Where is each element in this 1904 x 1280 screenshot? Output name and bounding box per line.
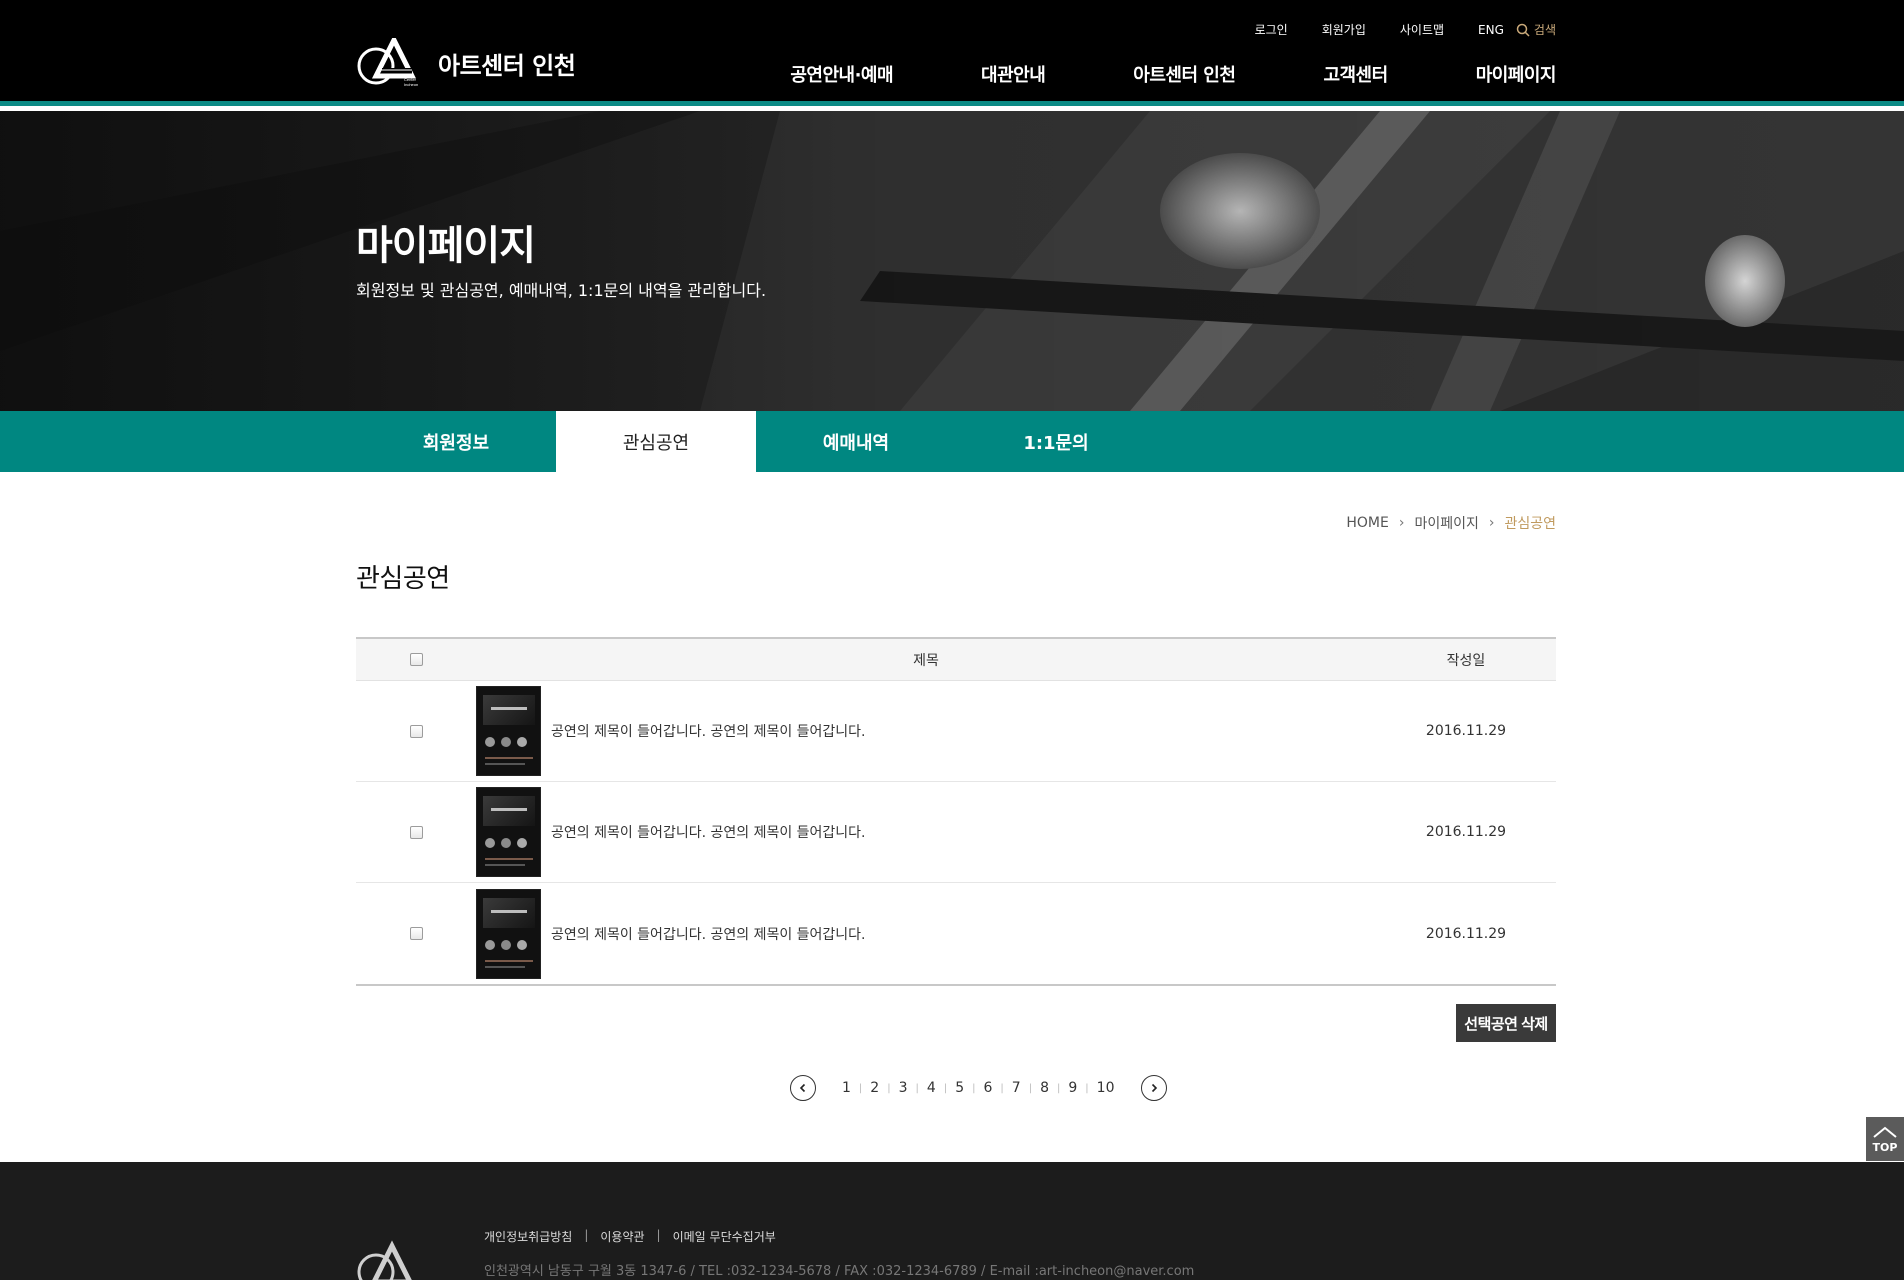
mypage-tabbar: 회원정보 관심공연 예매내역 1:1문의 (0, 411, 1904, 472)
tab-reservations[interactable]: 예매내역 (756, 411, 956, 472)
footer-links: 개인정보취급방침 | 이용약관 | 이메일 무단수집거부 (484, 1228, 776, 1245)
row-checkbox-cell (356, 825, 476, 839)
next-page-button[interactable] (1140, 1075, 1167, 1101)
table-row: 공연의 제목이 들어갑니다. 공연의 제목이 들어갑니다. 2016.11.29 (356, 681, 1556, 782)
row-title[interactable]: 공연의 제목이 들어갑니다. 공연의 제목이 들어갑니다. (551, 924, 866, 944)
chevron-right-icon (1151, 1083, 1157, 1093)
footer-divider: | (584, 1228, 589, 1242)
select-all-checkbox[interactable] (409, 653, 423, 666)
top-label: TOP (1872, 1140, 1898, 1154)
row-title-cell: 공연의 제목이 들어갑니다. 공연의 제목이 들어갑니다. (476, 888, 1376, 979)
page-4[interactable]: 4 (919, 1080, 944, 1096)
chevron-left-icon (799, 1083, 806, 1093)
email-refusal-link[interactable]: 이메일 무단수집거부 (673, 1228, 776, 1245)
logo-text: 아트센터 인천 (438, 51, 576, 80)
tab-favorites[interactable]: 관심공연 (556, 411, 756, 472)
breadcrumb-home[interactable]: HOME (1346, 515, 1388, 531)
header-date: 작성일 (1446, 652, 1486, 669)
poster-thumbnail[interactable] (476, 787, 541, 877)
page: 로그인 회원가입 사이트맵 ENG 검색 Arts Center Incheon… (0, 0, 1904, 1280)
row-date: 2016.11.29 (1425, 824, 1507, 840)
nav-art-center[interactable]: 아트센터 인천 (1133, 61, 1236, 87)
search-label: 검색 (1533, 23, 1556, 37)
row-title-cell: 공연의 제목이 들어갑니다. 공연의 제목이 들어갑니다. (476, 686, 1376, 776)
row-checkbox-cell (356, 724, 476, 738)
page-6[interactable]: 6 (975, 1080, 1000, 1096)
header: 로그인 회원가입 사이트맵 ENG 검색 Arts Center Incheon… (0, 0, 1904, 106)
hero-background-image (0, 111, 1904, 411)
row-checkbox[interactable] (409, 927, 423, 940)
logo[interactable]: Arts Center Incheon 아트센터 인천 (356, 38, 576, 88)
logo-small-incheon: Incheon (404, 82, 418, 87)
page-5[interactable]: 5 (947, 1080, 972, 1096)
breadcrumb: HOME › 마이페이지 › 관심공연 (1346, 513, 1556, 533)
row-date: 2016.11.29 (1425, 925, 1507, 942)
row-checkbox[interactable] (409, 724, 423, 738)
english-link[interactable]: ENG (1478, 23, 1504, 37)
footer: 개인정보취급방침 | 이용약관 | 이메일 무단수집거부 인천광역시 남동구 구… (0, 1162, 1904, 1280)
breadcrumb-mypage[interactable]: 마이페이지 (1414, 513, 1478, 533)
logo-icon: Arts Center Incheon (357, 38, 418, 87)
tab-inquiry[interactable]: 1:1문의 (956, 411, 1156, 472)
table-header: 제목 작성일 (356, 639, 1556, 681)
favorites-table: 제목 작성일 공연의 제목이 들어갑니다. 공연의 제목이 들어갑니다. 201… (356, 637, 1556, 986)
poster-thumbnail[interactable] (476, 888, 541, 979)
scroll-top-button[interactable]: TOP (1866, 1117, 1904, 1161)
row-checkbox[interactable] (409, 825, 423, 839)
page-8[interactable]: 8 (1032, 1080, 1057, 1096)
signup-link[interactable]: 회원가입 (1322, 21, 1366, 38)
nav-rental[interactable]: 대관안내 (981, 61, 1046, 87)
chevron-right-icon: › (1398, 515, 1405, 531)
tab-member-info[interactable]: 회원정보 (356, 411, 556, 472)
main-nav: 공연안내·예매 대관안내 아트센터 인천 고객센터 마이페이지 (702, 61, 1556, 87)
prev-page-button[interactable] (790, 1075, 816, 1101)
search-icon (1516, 23, 1530, 37)
footer-divider: | (656, 1228, 661, 1242)
row-title-cell: 공연의 제목이 들어갑니다. 공연의 제목이 들어갑니다. (476, 787, 1376, 877)
sitemap-link[interactable]: 사이트맵 (1400, 21, 1444, 38)
table-row: 공연의 제목이 들어갑니다. 공연의 제목이 들어갑니다. 2016.11.29 (356, 883, 1556, 984)
page-7[interactable]: 7 (1004, 1080, 1029, 1096)
page-10[interactable]: 10 (1089, 1080, 1123, 1096)
page-9[interactable]: 9 (1060, 1080, 1085, 1096)
row-title[interactable]: 공연의 제목이 들어갑니다. 공연의 제목이 들어갑니다. (551, 822, 866, 842)
footer-address: 인천광역시 남동구 구월 3동 1347-6 / TEL :032-1234-5… (484, 1264, 1195, 1279)
nav-customer-center[interactable]: 고객센터 (1323, 61, 1388, 87)
search-button[interactable]: 검색 (1516, 21, 1556, 38)
terms-link[interactable]: 이용약관 (600, 1228, 644, 1245)
hero-title: 마이페이지 (356, 223, 536, 269)
delete-selected-button[interactable]: 선택공연 삭제 (1456, 1004, 1556, 1042)
footer-logo (356, 1232, 426, 1280)
mypage-tabs: 회원정보 관심공연 예매내역 1:1문의 (356, 411, 1156, 472)
page-2[interactable]: 2 (862, 1080, 887, 1096)
privacy-policy-link[interactable]: 개인정보취급방침 (484, 1228, 572, 1245)
header-title: 제목 (913, 652, 939, 669)
page-title: 관심공연 (356, 564, 450, 594)
poster-thumbnail[interactable] (476, 686, 541, 776)
login-link[interactable]: 로그인 (1255, 21, 1288, 38)
nav-mypage[interactable]: 마이페이지 (1476, 61, 1557, 87)
page-3[interactable]: 3 (891, 1080, 916, 1096)
chevron-up-icon (1873, 1126, 1897, 1138)
nav-performance[interactable]: 공연안내·예매 (790, 61, 893, 87)
row-checkbox-cell (356, 927, 476, 940)
hero-banner: 마이페이지 회원정보 및 관심공연, 예매내역, 1:1문의 내역을 관리합니다… (0, 111, 1904, 411)
hero-description: 회원정보 및 관심공연, 예매내역, 1:1문의 내역을 관리합니다. (356, 281, 767, 300)
page-numbers: 1 | 2 | 3 | 4 | 5 | 6 | 7 | 8 | 9 | 10 (834, 1080, 1123, 1096)
row-title[interactable]: 공연의 제목이 들어갑니다. 공연의 제목이 들어갑니다. (551, 721, 866, 741)
table-row: 공연의 제목이 들어갑니다. 공연의 제목이 들어갑니다. 2016.11.29 (356, 782, 1556, 883)
select-all-cell (356, 653, 476, 666)
pagination: 1 | 2 | 3 | 4 | 5 | 6 | 7 | 8 | 9 | 10 (790, 1075, 1167, 1101)
page-1[interactable]: 1 (834, 1080, 859, 1096)
footer-logo-icon (357, 1240, 412, 1280)
row-date: 2016.11.29 (1425, 723, 1507, 739)
chevron-right-icon: › (1488, 515, 1495, 531)
utility-nav: 로그인 회원가입 사이트맵 ENG 검색 (1221, 21, 1556, 38)
breadcrumb-current: 관심공연 (1504, 516, 1556, 532)
